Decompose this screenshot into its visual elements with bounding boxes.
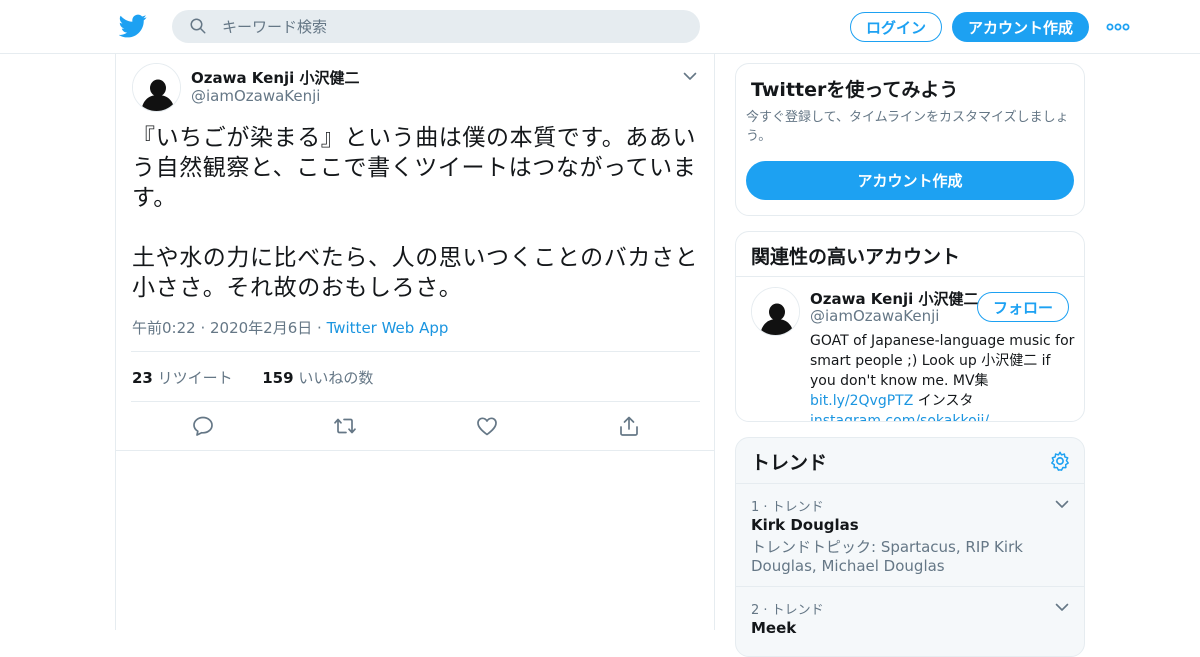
retweet-icon[interactable]: [333, 414, 357, 438]
trend-rank: 1 · トレンド: [751, 500, 824, 515]
signup-promo-panel: Twitterを使ってみよう 今すぐ登録して、タイムラインをカスタマイズしましょ…: [735, 63, 1085, 216]
avatar-silhouette-icon: [133, 64, 180, 111]
top-navigation-bar: ログイン アカウント作成: [0, 0, 1200, 54]
avatar[interactable]: [132, 63, 181, 112]
tweet-column: Ozawa Kenji 小沢健二 @iamOzawaKenji 『いちごが染まる…: [115, 54, 715, 630]
search-icon: [190, 18, 206, 34]
promo-signup-button[interactable]: アカウント作成: [746, 161, 1074, 200]
avatar[interactable]: [751, 287, 800, 336]
avatar-silhouette-icon: [752, 288, 799, 335]
promo-description: 今すぐ登録して、タイムラインをカスタマイズしましょう。: [746, 110, 1069, 144]
trend-title[interactable]: Kirk Douglas: [751, 516, 859, 534]
twitter-bird-icon[interactable]: [119, 12, 147, 40]
related-account-name[interactable]: Ozawa Kenji 小沢健二: [810, 288, 979, 309]
divider: [131, 401, 700, 402]
heart-icon[interactable]: [475, 414, 499, 438]
bio-link[interactable]: bit.ly/2QvgPTZ: [810, 393, 913, 409]
related-accounts-panel: 関連性の高いアカウント Ozawa Kenji 小沢健二 @iamOzawaKe…: [735, 231, 1085, 422]
trends-title: トレンド: [751, 452, 828, 474]
retweet-label[interactable]: リツイート: [158, 369, 233, 387]
tweet-detail: Ozawa Kenji 小沢健二 @iamOzawaKenji 『いちごが染まる…: [116, 54, 714, 451]
trend-rank: 2 · トレンド: [751, 603, 824, 618]
tweet-text: 『いちごが染まる』という曲は僕の本質です。ああいう自然観察と、ここで書くツイート…: [132, 125, 699, 301]
related-account-handle[interactable]: @iamOzawaKenji: [810, 307, 939, 325]
search-box[interactable]: [172, 10, 700, 43]
related-account-bio: GOAT of Japanese-language music for smar…: [810, 331, 1076, 421]
share-icon[interactable]: [617, 414, 641, 438]
tweet-source-link[interactable]: Twitter Web App: [327, 319, 449, 337]
related-title: 関連性の高いアカウント: [751, 246, 961, 268]
divider: [736, 276, 1084, 277]
tweet-time[interactable]: 午前0:22 · 2020年2月6日 ·: [132, 319, 327, 337]
bio-link[interactable]: instagram.com/sokakkoii/: [810, 413, 989, 421]
tweet-stats: 23 リツイート 159 いいねの数: [132, 367, 373, 388]
trend-title[interactable]: Meek: [751, 619, 796, 637]
trend-description: トレンドトピック: Spartacus, RIP Kirk Douglas, M…: [751, 538, 1023, 575]
reply-icon[interactable]: [191, 414, 215, 438]
follow-button[interactable]: フォロー: [977, 292, 1069, 322]
search-input[interactable]: [222, 10, 682, 43]
signup-button[interactable]: アカウント作成: [952, 12, 1089, 42]
tweet-timestamp: 午前0:22 · 2020年2月6日 · Twitter Web App: [132, 317, 448, 338]
chevron-down-icon[interactable]: [1054, 496, 1070, 512]
chevron-down-icon[interactable]: [682, 68, 698, 84]
tweet-author-handle[interactable]: @iamOzawaKenji: [191, 87, 320, 105]
trend-item[interactable]: 2 · トレンド Meek: [736, 587, 1084, 656]
login-button[interactable]: ログイン: [850, 12, 942, 42]
trends-panel: トレンド 1 · トレンド Kirk Douglas トレンドトピック: Spa…: [735, 437, 1085, 657]
retweet-count[interactable]: 23: [132, 369, 153, 387]
tweet-author-name[interactable]: Ozawa Kenji 小沢健二: [191, 67, 360, 88]
like-count[interactable]: 159: [262, 369, 293, 387]
more-dots-icon[interactable]: [1106, 17, 1130, 37]
divider: [131, 351, 700, 352]
like-label[interactable]: いいねの数: [298, 369, 373, 387]
promo-title: Twitterを使ってみよう: [751, 79, 959, 101]
trend-item[interactable]: 1 · トレンド Kirk Douglas トレンドトピック: Spartacu…: [736, 484, 1084, 587]
chevron-down-icon[interactable]: [1054, 599, 1070, 615]
gear-icon[interactable]: [1049, 450, 1071, 472]
